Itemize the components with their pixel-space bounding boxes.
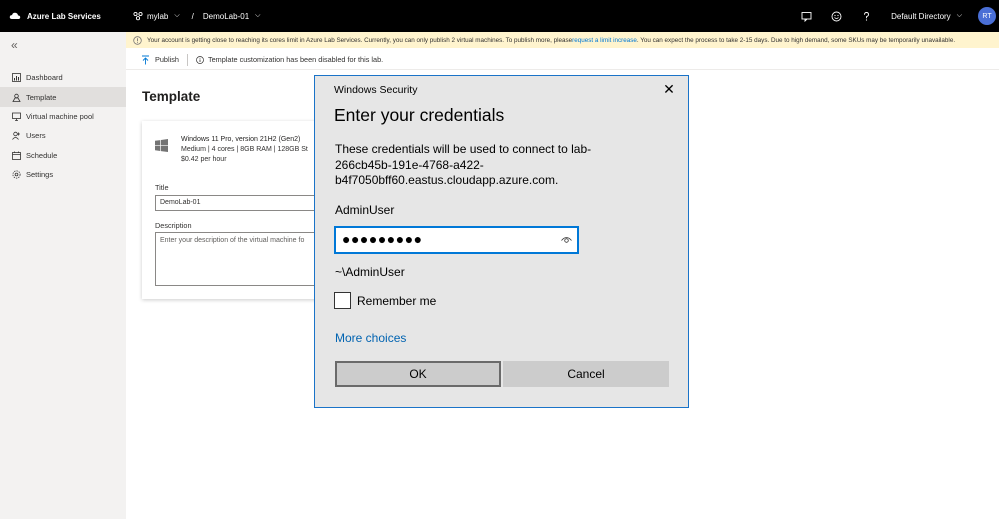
ok-button[interactable]: OK xyxy=(335,361,501,387)
password-field[interactable]: ●●●●●●●●● xyxy=(334,226,579,254)
sidebar-nav: Dashboard Template Virtual machine pool … xyxy=(0,68,126,184)
command-divider xyxy=(186,53,188,66)
sidebar-item-label: Dashboard xyxy=(26,73,63,83)
title-label: Title xyxy=(155,183,169,192)
banner-text-after: . You can expect the process to take 2-1… xyxy=(636,36,956,44)
request-limit-increase-link[interactable]: request a limit increase xyxy=(572,37,637,44)
top-bar: Azure Lab Services mylab ⌵ / DemoLab-01 … xyxy=(0,0,999,32)
publish-label: Publish xyxy=(155,55,179,64)
vm-price: $0.42 per hour xyxy=(181,156,227,163)
remember-me-checkbox[interactable] xyxy=(334,292,351,309)
title-input[interactable]: DemoLab-01 xyxy=(155,195,332,211)
avatar-initials: RT xyxy=(982,12,992,20)
schedule-icon xyxy=(12,151,21,160)
command-bar: Publish Template customization has been … xyxy=(126,50,999,70)
directory-selector[interactable]: Default Directory ⌵ xyxy=(891,12,962,21)
breadcrumb-separator: / xyxy=(191,11,194,21)
password-mask: ●●●●●●●●● xyxy=(342,231,423,247)
windows-security-dialog: Windows Security ✕ Enter your credential… xyxy=(314,75,689,408)
app-name: Azure Lab Services xyxy=(27,11,101,21)
directory-name: Default Directory xyxy=(891,11,951,21)
chevron-down-icon: ⌵ xyxy=(956,12,962,19)
info-icon xyxy=(196,55,204,64)
sidebar-item-label: Users xyxy=(26,131,46,141)
remember-me-row: Remember me xyxy=(334,292,436,309)
lab-group-icon xyxy=(133,11,143,21)
windows-logo-icon xyxy=(155,139,168,152)
dialog-heading: Enter your credentials xyxy=(334,105,505,125)
chevron-down-icon: ⌵ xyxy=(255,12,261,19)
vm-info: Windows 11 Pro, version 21H2 (Gen2) Medi… xyxy=(155,135,308,165)
help-icon xyxy=(863,11,869,21)
more-choices-link[interactable]: More choices xyxy=(335,331,406,345)
feedback-button[interactable] xyxy=(791,0,821,32)
publish-button[interactable]: Publish xyxy=(141,55,179,65)
warning-icon xyxy=(133,35,142,45)
sidebar-item-label: Settings xyxy=(26,170,54,180)
sidebar-item-label: Template xyxy=(26,92,57,102)
username-label: AdminUser xyxy=(335,203,395,217)
warning-banner: Your account is getting close to reachin… xyxy=(126,32,999,48)
avatar[interactable]: RT xyxy=(978,7,996,25)
collapse-sidebar-button[interactable]: « xyxy=(11,38,18,52)
help-button[interactable] xyxy=(851,0,881,32)
sidebar-item-users[interactable]: Users xyxy=(0,126,126,145)
feedback-icon xyxy=(801,11,812,22)
template-card: Windows 11 Pro, version 21H2 (Gen2) Medi… xyxy=(142,121,332,299)
publish-icon xyxy=(142,55,149,64)
azure-cloud-icon xyxy=(9,12,21,19)
description-input[interactable]: Enter your description of the virtual ma… xyxy=(155,232,332,286)
settings-icon xyxy=(12,170,21,179)
banner-text-before: Your account is getting close to reachin… xyxy=(147,36,573,44)
dialog-message: These credentials will be used to connec… xyxy=(335,142,592,187)
sidebar-item-vm-pool[interactable]: Virtual machine pool xyxy=(0,107,126,126)
sidebar-item-label: Virtual machine pool xyxy=(26,111,94,121)
page-title: Template xyxy=(142,89,201,104)
dashboard-icon xyxy=(12,73,21,83)
sidebar-item-schedule[interactable]: Schedule xyxy=(0,146,126,165)
smiley-button[interactable] xyxy=(821,0,851,32)
dialog-caption: Windows Security xyxy=(334,84,418,96)
lab-name: mylab xyxy=(147,11,169,21)
sidebar-item-template[interactable]: Template xyxy=(0,87,126,107)
vm-size-spec: Medium | 4 cores | 8GB RAM | 128GB St xyxy=(181,146,308,153)
chevron-down-icon: ⌵ xyxy=(174,12,180,19)
sidebar-item-settings[interactable]: Settings xyxy=(0,165,126,184)
vm-pool-icon xyxy=(12,112,21,121)
description-label: Description xyxy=(155,221,192,230)
template-icon xyxy=(12,93,21,102)
sidebar: « Dashboard Template Virtual machine poo… xyxy=(0,32,126,519)
reveal-password-icon[interactable] xyxy=(561,235,572,244)
lab-instance-selector[interactable]: DemoLab-01 ⌵ xyxy=(203,12,261,21)
double-chevron-left-icon: « xyxy=(11,38,18,52)
lab-selector[interactable]: mylab ⌵ xyxy=(133,11,180,21)
smiley-icon xyxy=(831,11,842,21)
remember-me-label: Remember me xyxy=(357,293,437,308)
lab-instance-name: DemoLab-01 xyxy=(202,11,250,21)
customization-notice: Template customization has been disabled… xyxy=(196,55,383,64)
sidebar-item-dashboard[interactable]: Dashboard xyxy=(0,68,126,87)
domain-user-label: ~\AdminUser xyxy=(335,265,405,279)
vm-image-name: Windows 11 Pro, version 21H2 (Gen2) xyxy=(181,136,301,143)
users-icon xyxy=(12,132,20,141)
customization-notice-text: Template customization has been disabled… xyxy=(207,55,384,64)
brand[interactable]: Azure Lab Services xyxy=(0,10,126,22)
sidebar-item-label: Schedule xyxy=(26,150,58,160)
close-icon[interactable]: ✕ xyxy=(661,81,677,97)
cancel-button[interactable]: Cancel xyxy=(503,361,669,387)
